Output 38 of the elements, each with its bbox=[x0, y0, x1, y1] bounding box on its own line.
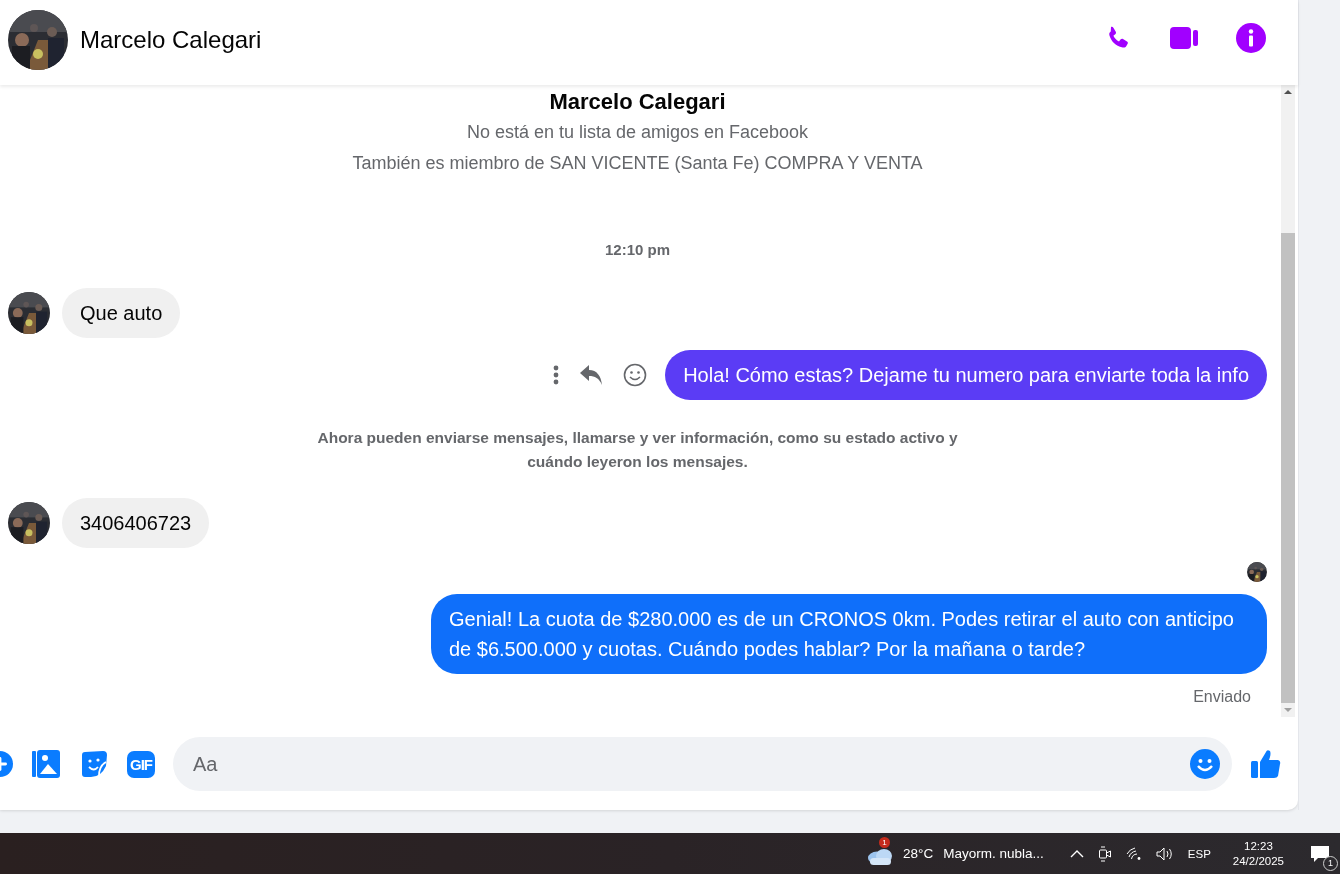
timestamp: 12:10 pm bbox=[604, 241, 670, 258]
outgoing-message: Hola! Cómo estas? Dejame tu numero para enviarte toda la info bbox=[665, 350, 1267, 400]
notification-count: 1 bbox=[1323, 855, 1338, 871]
sticker-icon[interactable] bbox=[79, 749, 109, 779]
speaker-icon[interactable] bbox=[1155, 846, 1174, 861]
profile-info-text: También es miembro de SAN VICENTE (Santa Fe) COMPRA Y VENTA bbox=[352, 152, 923, 175]
message-field[interactable]: Aa bbox=[173, 737, 1232, 791]
smiley-icon[interactable] bbox=[623, 363, 648, 387]
outgoing-message: Genial! La cuota de $280.000 es de un CRONOS 0km. Podes retirar el auto con anticipo de $6.500.000 y cuotas. Cuándo podes hablar? Por la mañana o tarde? bbox=[431, 594, 1267, 674]
incoming-message: Que auto bbox=[62, 288, 181, 338]
weather-text[interactable]: Mayorm. nubla... bbox=[943, 846, 1044, 861]
notifications-icon[interactable] bbox=[1310, 844, 1330, 863]
image-icon[interactable] bbox=[31, 749, 61, 779]
message-input[interactable]: Aa bbox=[191, 751, 1190, 777]
gif-button[interactable]: GIF bbox=[127, 750, 155, 778]
cloud-icon[interactable] bbox=[867, 846, 894, 865]
camera-icon[interactable] bbox=[1097, 845, 1112, 862]
scrollbar-thumb[interactable] bbox=[1281, 233, 1295, 703]
clock-time[interactable]: 12:23 bbox=[1244, 840, 1273, 852]
system-notice: Ahora pueden enviarse mensajes, llamarse y ver información, como su estado activo y cuándo leyeron los mensajes. bbox=[316, 428, 959, 472]
contact-name[interactable]: Marcelo Calegari bbox=[80, 25, 262, 54]
emoji-icon[interactable] bbox=[1190, 749, 1220, 779]
message-status: Enviado bbox=[1193, 688, 1251, 706]
language-indicator[interactable]: ESP bbox=[1187, 847, 1211, 860]
info-icon[interactable] bbox=[1236, 22, 1266, 53]
reply-icon[interactable] bbox=[579, 364, 604, 386]
incoming-message: 3406406723 bbox=[62, 498, 210, 548]
temperature[interactable]: 28°C bbox=[903, 846, 934, 861]
video-camera-icon[interactable] bbox=[1170, 24, 1200, 51]
clock-date[interactable]: 24/2/2025 bbox=[1232, 855, 1284, 867]
wifi-icon[interactable] bbox=[1125, 846, 1142, 861]
profile-name: Marcelo Calegari bbox=[549, 89, 726, 115]
scrollbar[interactable] bbox=[1281, 85, 1295, 717]
chevron-up-icon[interactable] bbox=[1069, 848, 1084, 859]
notification-badge: 1 bbox=[879, 836, 891, 848]
more-options-icon[interactable] bbox=[553, 365, 560, 385]
thumbs-up-icon[interactable] bbox=[1250, 748, 1282, 780]
profile-info-text: No está en tu lista de amigos en Facebook bbox=[466, 121, 809, 144]
